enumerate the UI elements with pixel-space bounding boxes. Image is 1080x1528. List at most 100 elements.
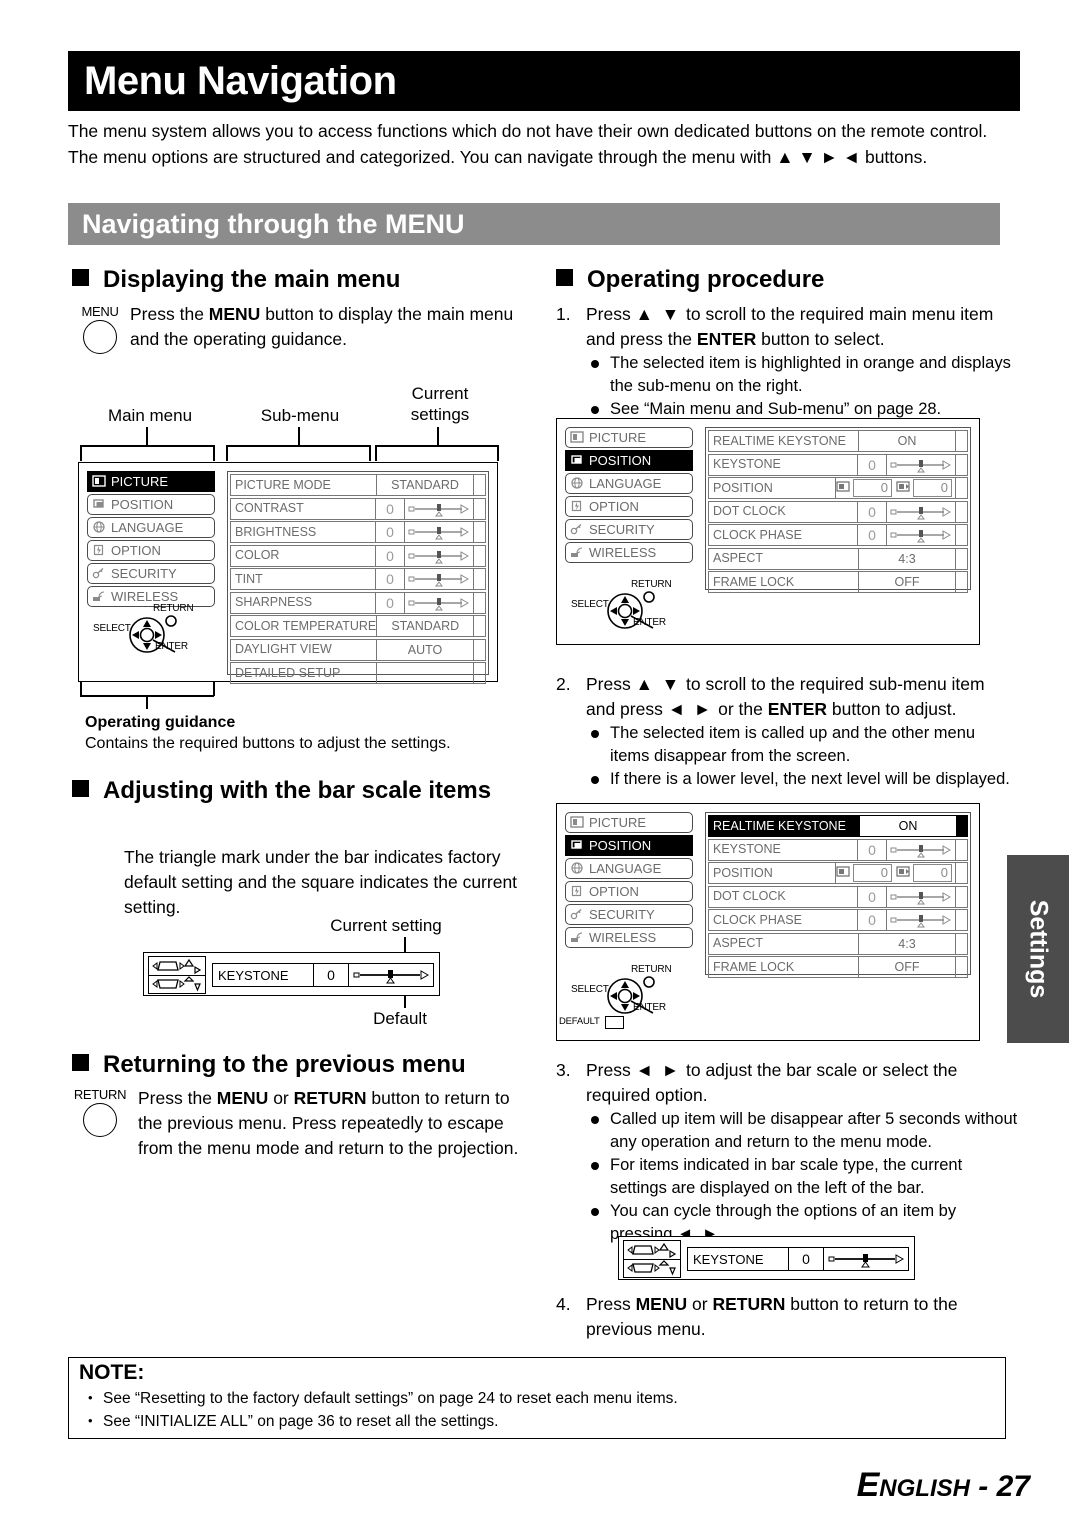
osd-main-item-label: PICTURE (589, 430, 647, 445)
keystone-down-icon (624, 1258, 680, 1278)
menu-remote-button[interactable]: MENU (74, 305, 126, 354)
osd-main-item-option[interactable]: OPTION (565, 881, 693, 902)
osd-main-item-position[interactable]: POSITION (565, 835, 693, 856)
osd-row-bar-scale[interactable] (887, 886, 956, 907)
return-remote-button[interactable]: RETURN (68, 1088, 132, 1137)
osd-main-item-label: OPTION (589, 884, 639, 899)
osd-row-position-fields[interactable]: 0 0 (836, 863, 956, 883)
osd-row-tail (956, 572, 967, 592)
osd-row-name: ASPECT (709, 933, 859, 954)
osd-row-position-fields[interactable]: 0 0 (836, 478, 956, 498)
osd-row-bar-scale[interactable] (405, 592, 474, 613)
osd-main-item-security[interactable]: SECURITY (565, 519, 693, 540)
step-1-number: 1. (556, 304, 571, 324)
osd-row-position[interactable]: POSITION 0 0 (708, 477, 968, 499)
osd-row-contrast[interactable]: CONTRAST 0 (230, 497, 486, 520)
keystone-bar-scale[interactable] (824, 1248, 908, 1270)
osd-main-item-option[interactable]: OPTION (565, 496, 693, 517)
step-4-number: 4. (556, 1294, 571, 1314)
menu-button-circle-icon (83, 320, 117, 354)
osd-row-brightness[interactable]: BRIGHTNESS 0 (230, 521, 486, 543)
osd-main-item-wireless[interactable]: WIRELESS (565, 927, 693, 948)
osd-row-name: COLOR (231, 545, 376, 566)
osd-row-bar-scale[interactable] (887, 910, 956, 930)
osd-row-color[interactable]: COLOR 0 (230, 544, 486, 567)
osd-main-item-security[interactable]: SECURITY (565, 904, 693, 925)
osd-row-frame-lock[interactable]: FRAME LOCK OFF (708, 956, 968, 978)
heading-operating-procedure: Operating procedure (556, 265, 1016, 295)
label-default: Default (373, 1009, 427, 1028)
menu-button-label: MENU (81, 304, 119, 319)
osd-row-color-temperature[interactable]: COLOR TEMPERATURE STANDARD (230, 615, 486, 637)
osd-row-bar-scale[interactable] (405, 498, 474, 519)
osd-position-value-v: 0 (913, 479, 952, 497)
label-current-setting: Current setting (330, 916, 442, 935)
wireless-icon (570, 546, 584, 559)
osd-main-item-language[interactable]: LANGUAGE (87, 517, 215, 538)
osd-main-item-position[interactable]: POSITION (565, 450, 693, 471)
osd-row-bar-scale[interactable] (887, 839, 956, 860)
osd-main-item-language[interactable]: LANGUAGE (565, 858, 693, 879)
keystone-bar-row[interactable]: KEYSTONE 0 (687, 1247, 909, 1271)
osd-row-realtime-keystone-selected[interactable]: REALTIME KEYSTONE ON (708, 815, 968, 837)
osd-main-item-position[interactable]: POSITION (87, 494, 215, 515)
osd-row-aspect[interactable]: ASPECT 4:3 (708, 932, 968, 955)
osd-row-value: 0 (858, 501, 887, 522)
osd-row-bar-scale[interactable] (887, 501, 956, 522)
osd-row-position[interactable]: POSITION 0 0 (708, 862, 968, 884)
osd-row-tail (474, 499, 485, 519)
osd-row-dot-clock[interactable]: DOT CLOCK 0 (708, 885, 968, 908)
osd-position-value-h: 0 (853, 479, 892, 497)
osd-row-value: OFF (859, 957, 956, 977)
osd-row-tail (956, 934, 967, 954)
osd-row-clock-phase[interactable]: CLOCK PHASE 0 (708, 909, 968, 931)
keystone-bar-row[interactable]: KEYSTONE 0 (212, 963, 434, 987)
osd-row-value: 0 (858, 886, 887, 907)
osd-row-tail (956, 431, 967, 451)
osd-row-keystone[interactable]: KEYSTONE 0 (708, 838, 968, 861)
osd-row-bar-scale[interactable] (887, 454, 956, 475)
osd-main-item-picture[interactable]: PICTURE (87, 471, 215, 492)
osd-main-item-label: POSITION (111, 497, 174, 512)
leader-line-current-settings (437, 427, 439, 445)
osd-row-sharpness[interactable]: SHARPNESS 0 (230, 591, 486, 614)
osd-main-item-wireless[interactable]: WIRELESS (565, 542, 693, 563)
osd-row-name: DOT CLOCK (709, 886, 858, 907)
osd-row-frame-lock[interactable]: FRAME LOCK OFF (708, 571, 968, 593)
osd-row-bar-scale[interactable] (405, 545, 474, 566)
osd-row-realtime-keystone[interactable]: REALTIME KEYSTONE ON (708, 430, 968, 452)
osd-row-tint[interactable]: TINT 0 (230, 568, 486, 590)
step-1-text: Press ▲ ▼ to scroll to the required main… (586, 304, 994, 349)
osd-row-dot-clock[interactable]: DOT CLOCK 0 (708, 500, 968, 523)
osd-row-picture-mode[interactable]: PICTURE MODE STANDARD (230, 474, 486, 496)
keystone-bar-scale[interactable] (349, 964, 433, 986)
osd-row-keystone[interactable]: KEYSTONE 0 (708, 453, 968, 476)
osd-main-item-option[interactable]: OPTION (87, 540, 215, 561)
osd-row-daylight-view[interactable]: DAYLIGHT VIEW AUTO (230, 638, 486, 661)
osd-row-value: OFF (859, 572, 956, 592)
keystone-label: KEYSTONE (218, 967, 289, 983)
osd-main-item-picture[interactable]: PICTURE (565, 427, 693, 448)
intro-paragraph: The menu system allows you to access fun… (68, 121, 988, 167)
keystone-up-icon (624, 1241, 680, 1259)
osd-row-bar-scale[interactable] (405, 522, 474, 542)
osd-main-item-label: SECURITY (589, 522, 655, 537)
osd-row-value: ON (860, 816, 956, 836)
osd-row-value: 0 (858, 910, 887, 930)
osd-row-bar-scale[interactable] (887, 525, 956, 545)
page-title-bar: Menu Navigation (68, 51, 1020, 111)
osd-main-item-language[interactable]: LANGUAGE (565, 473, 693, 494)
footer-language: ENGLISH (856, 1466, 970, 1504)
osd-picture-submenu-table: PICTURE MODE STANDARD CONTRAST 0 BRIGHTN… (227, 471, 489, 684)
osd-row-aspect[interactable]: ASPECT 4:3 (708, 547, 968, 570)
picture-icon (570, 431, 584, 444)
osd-row-tail (474, 616, 485, 636)
step-4-text: Press MENU or RETURN button to return to… (586, 1294, 958, 1339)
osd-row-value: STANDARD (377, 616, 475, 636)
osd-row-value: 4:3 (859, 933, 956, 954)
osd-row-clock-phase[interactable]: CLOCK PHASE 0 (708, 524, 968, 546)
osd-main-item-security[interactable]: SECURITY (87, 563, 215, 584)
osd-row-detailed-setup[interactable]: DETAILED SETUP (230, 662, 486, 684)
osd-row-bar-scale[interactable] (405, 569, 474, 589)
osd-main-item-picture[interactable]: PICTURE (565, 812, 693, 833)
